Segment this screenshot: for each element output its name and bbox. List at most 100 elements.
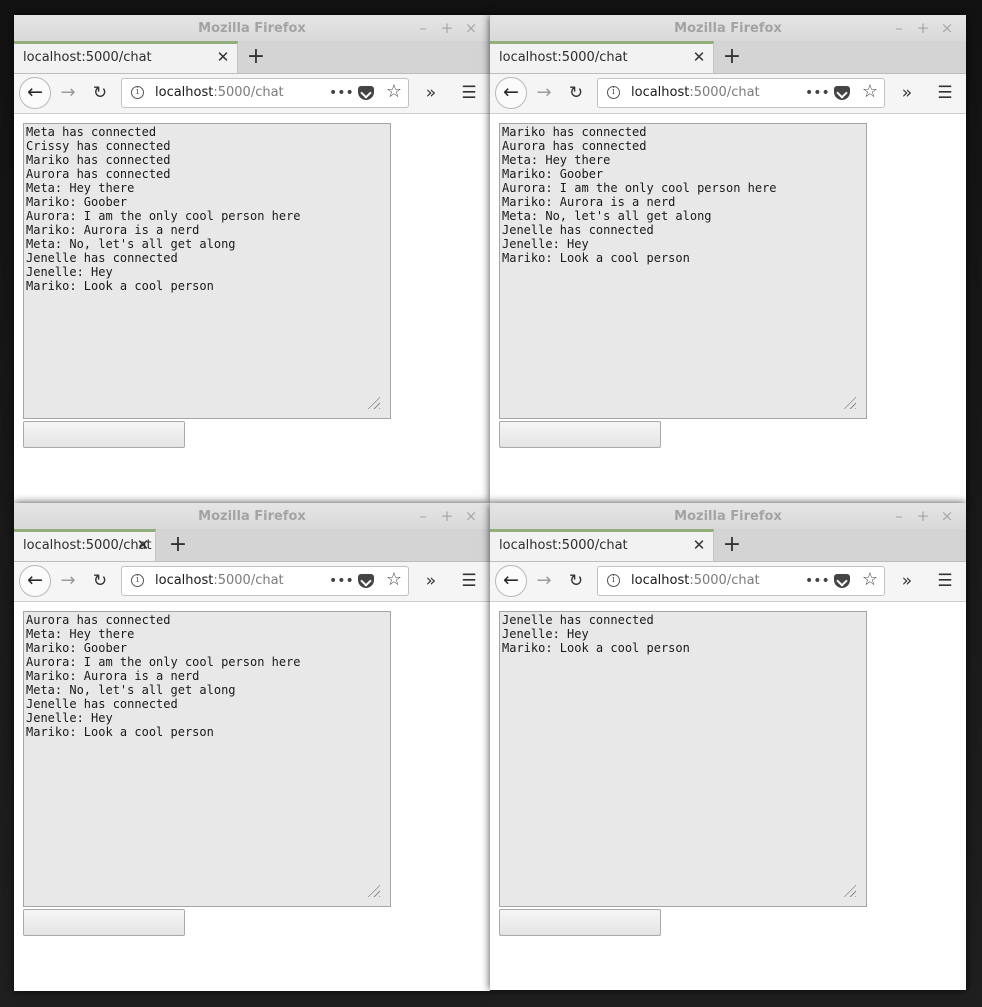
tab-active[interactable]: localhost:5000/chat ✕ bbox=[490, 529, 714, 561]
chat-message: Mariko: Look a cool person bbox=[502, 251, 690, 265]
hamburger-menu-icon[interactable]: ☰ bbox=[934, 570, 956, 592]
chat-message: Mariko: Goober bbox=[502, 167, 604, 181]
maximize-icon[interactable]: + bbox=[437, 18, 457, 38]
pocket-icon[interactable] bbox=[834, 86, 850, 100]
url-text[interactable]: localhost:5000/chat bbox=[155, 573, 284, 588]
tab-active[interactable]: localhost:5000/chat ✕ bbox=[14, 41, 238, 73]
chevron-double-right-icon[interactable]: » bbox=[896, 570, 918, 592]
close-icon[interactable]: × bbox=[937, 506, 957, 526]
title-bar[interactable]: Mozilla Firefox – + × bbox=[490, 503, 966, 529]
star-icon[interactable]: ☆ bbox=[383, 81, 405, 103]
maximize-icon[interactable]: + bbox=[437, 506, 457, 526]
url-bar[interactable]: i localhost:5000/chat ••• ☆ bbox=[597, 78, 885, 108]
hamburger-menu-icon[interactable]: ☰ bbox=[458, 570, 480, 592]
hamburger-menu-icon[interactable]: ☰ bbox=[934, 82, 956, 104]
chat-message: Jenelle: Hey bbox=[26, 265, 113, 279]
chat-message: Aurora: I am the only cool person here bbox=[26, 209, 301, 223]
chat-log-textarea[interactable]: Meta has connected Crissy has connected Ma… bbox=[23, 123, 391, 419]
firefox-window-2: Mozilla Firefox – + × localhost:5000/cha… bbox=[490, 15, 966, 503]
back-arrow-icon[interactable]: ← bbox=[19, 77, 51, 109]
chat-message: Aurora: I am the only cool person here bbox=[502, 181, 777, 195]
back-arrow-icon[interactable]: ← bbox=[495, 565, 527, 597]
info-icon[interactable]: i bbox=[131, 86, 144, 99]
chevron-double-right-icon[interactable]: » bbox=[896, 82, 918, 104]
chat-message: Jenelle: Hey bbox=[502, 237, 589, 251]
url-bar[interactable]: i localhost:5000/chat ••• ☆ bbox=[121, 566, 409, 596]
plus-icon[interactable]: + bbox=[719, 532, 745, 558]
chat-message: Aurora has connected bbox=[26, 613, 171, 627]
message-input[interactable] bbox=[499, 909, 661, 936]
chat-message: Meta has connected bbox=[26, 125, 157, 139]
minimize-icon[interactable]: – bbox=[889, 18, 909, 38]
chevron-double-right-icon[interactable]: » bbox=[420, 82, 442, 104]
reload-icon[interactable]: ↻ bbox=[89, 82, 111, 104]
tab-title: localhost:5000/chat bbox=[23, 538, 152, 553]
minimize-icon[interactable]: – bbox=[413, 18, 433, 38]
plus-icon[interactable]: + bbox=[243, 44, 269, 70]
close-icon[interactable]: × bbox=[461, 506, 481, 526]
pocket-icon[interactable] bbox=[358, 86, 374, 100]
chat-log-textarea[interactable]: Mariko has connected Aurora has connected… bbox=[499, 123, 867, 419]
message-input[interactable] bbox=[23, 421, 185, 448]
maximize-icon[interactable]: + bbox=[913, 506, 933, 526]
tab-close-icon[interactable]: ✕ bbox=[214, 48, 232, 66]
chat-message: Jenelle has connected bbox=[502, 223, 654, 237]
message-input[interactable] bbox=[23, 909, 185, 936]
url-text[interactable]: localhost:5000/chat bbox=[155, 85, 284, 100]
tab-active[interactable]: localhost:5000/chat ✕ bbox=[14, 529, 156, 561]
url-path: :5000/chat bbox=[689, 85, 760, 100]
more-horizontal-icon[interactable]: ••• bbox=[805, 570, 830, 592]
info-icon[interactable]: i bbox=[131, 574, 144, 587]
chevron-double-right-icon[interactable]: » bbox=[420, 570, 442, 592]
chat-message: Jenelle has connected bbox=[502, 613, 654, 627]
more-horizontal-icon[interactable]: ••• bbox=[805, 82, 830, 104]
star-icon[interactable]: ☆ bbox=[383, 569, 405, 591]
minimize-icon[interactable]: – bbox=[889, 506, 909, 526]
forward-arrow-icon[interactable]: → bbox=[533, 570, 555, 592]
minimize-icon[interactable]: – bbox=[413, 506, 433, 526]
title-bar[interactable]: Mozilla Firefox – + × bbox=[14, 15, 490, 41]
title-bar[interactable]: Mozilla Firefox – + × bbox=[14, 503, 490, 529]
reload-icon[interactable]: ↻ bbox=[565, 570, 587, 592]
close-icon[interactable]: × bbox=[937, 18, 957, 38]
url-path: :5000/chat bbox=[689, 573, 760, 588]
star-icon[interactable]: ☆ bbox=[859, 81, 881, 103]
forward-arrow-icon[interactable]: → bbox=[57, 82, 79, 104]
chat-log-textarea[interactable]: Jenelle has connected Jenelle: Hey Mariko:… bbox=[499, 611, 867, 907]
info-icon[interactable]: i bbox=[607, 86, 620, 99]
more-horizontal-icon[interactable]: ••• bbox=[329, 570, 354, 592]
chat-message: Aurora has connected bbox=[502, 139, 647, 153]
maximize-icon[interactable]: + bbox=[913, 18, 933, 38]
title-bar[interactable]: Mozilla Firefox – + × bbox=[490, 15, 966, 41]
forward-arrow-icon[interactable]: → bbox=[57, 570, 79, 592]
back-arrow-icon[interactable]: ← bbox=[495, 77, 527, 109]
tab-close-icon[interactable]: ✕ bbox=[690, 48, 708, 66]
close-icon[interactable]: × bbox=[461, 18, 481, 38]
url-bar[interactable]: i localhost:5000/chat ••• ☆ bbox=[121, 78, 409, 108]
info-icon[interactable]: i bbox=[607, 574, 620, 587]
hamburger-menu-icon[interactable]: ☰ bbox=[458, 82, 480, 104]
tab-close-icon[interactable]: ✕ bbox=[690, 536, 708, 554]
back-arrow-icon[interactable]: ← bbox=[19, 565, 51, 597]
star-icon[interactable]: ☆ bbox=[859, 569, 881, 591]
tab-active[interactable]: localhost:5000/chat ✕ bbox=[490, 41, 714, 73]
firefox-window-1: Mozilla Firefox – + × localhost:5000/cha… bbox=[14, 15, 490, 503]
url-text[interactable]: localhost:5000/chat bbox=[631, 573, 760, 588]
chat-log-textarea[interactable]: Aurora has connected Meta: Hey there Marik… bbox=[23, 611, 391, 907]
pocket-icon[interactable] bbox=[358, 574, 374, 588]
more-horizontal-icon[interactable]: ••• bbox=[329, 82, 354, 104]
message-input[interactable] bbox=[499, 421, 661, 448]
tab-close-icon[interactable]: ✕ bbox=[134, 536, 152, 554]
url-bar[interactable]: i localhost:5000/chat ••• ☆ bbox=[597, 566, 885, 596]
plus-icon[interactable]: + bbox=[165, 532, 191, 558]
pocket-icon[interactable] bbox=[834, 574, 850, 588]
reload-icon[interactable]: ↻ bbox=[565, 82, 587, 104]
navigation-toolbar: ← → ↻ i localhost:5000/chat ••• ☆ » ☰ bbox=[490, 562, 966, 602]
forward-arrow-icon[interactable]: → bbox=[533, 82, 555, 104]
url-text[interactable]: localhost:5000/chat bbox=[631, 85, 760, 100]
plus-icon[interactable]: + bbox=[719, 44, 745, 70]
chat-message: Mariko: Aurora is a nerd bbox=[502, 195, 676, 209]
reload-icon[interactable]: ↻ bbox=[89, 570, 111, 592]
url-host: localhost bbox=[155, 85, 214, 100]
navigation-toolbar: ← → ↻ i localhost:5000/chat ••• ☆ » ☰ bbox=[14, 562, 490, 602]
